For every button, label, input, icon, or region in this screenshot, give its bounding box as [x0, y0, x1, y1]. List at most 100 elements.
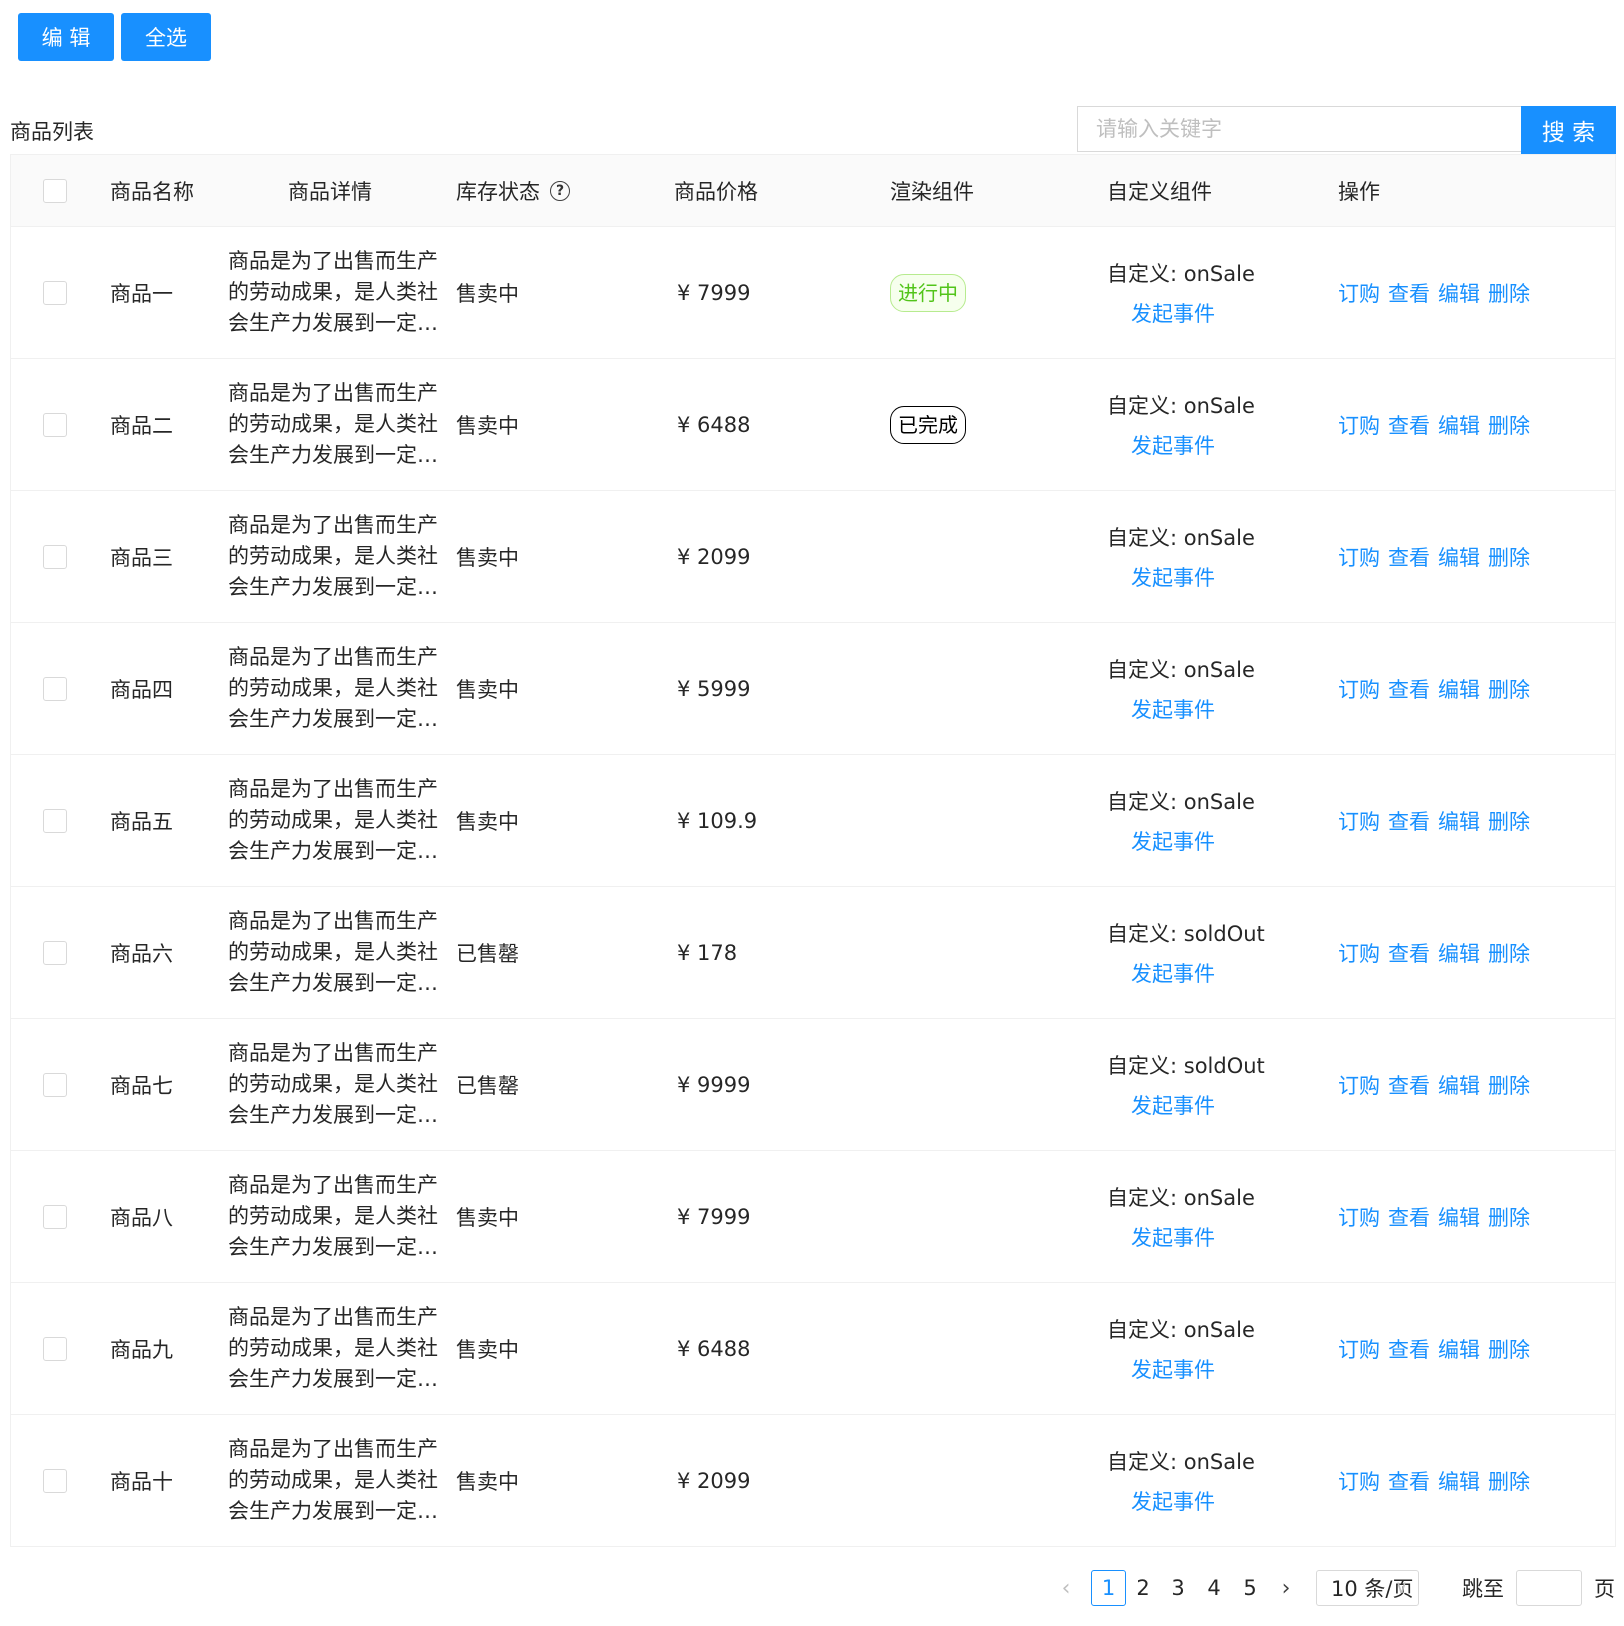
order-link[interactable]: 订购 — [1338, 1466, 1380, 1496]
row-actions: 订购 查看 编辑 删除 — [1338, 1019, 1538, 1150]
delete-link[interactable]: 删除 — [1488, 1070, 1530, 1100]
table-row: 商品二 商品是为了出售而生产的劳动成果，是人类社会生产力发展到一定历史阶段的产物… — [11, 359, 1615, 491]
row-actions: 订购 查看 编辑 删除 — [1338, 359, 1538, 490]
view-link[interactable]: 查看 — [1388, 674, 1430, 704]
stock-status: 售卖中 — [456, 677, 519, 702]
stock-status: 售卖中 — [456, 545, 519, 570]
row-checkbox[interactable] — [43, 1468, 67, 1493]
page-item-5[interactable]: 5 — [1239, 1570, 1261, 1606]
order-link[interactable]: 订购 — [1338, 674, 1380, 704]
view-link[interactable]: 查看 — [1388, 542, 1430, 572]
custom-component: 自定义: onSale 发起事件 — [1107, 1151, 1255, 1282]
order-link[interactable]: 订购 — [1338, 1202, 1380, 1232]
edit-link[interactable]: 编辑 — [1438, 542, 1480, 572]
header-ops: 操作 — [1338, 179, 1380, 204]
edit-link[interactable]: 编辑 — [1438, 410, 1480, 440]
row-checkbox[interactable] — [43, 280, 67, 305]
table-row: 商品七 商品是为了出售而生产的劳动成果，是人类社会生产力发展到一定历史阶段的产物… — [11, 1019, 1615, 1151]
chevron-right-icon[interactable]: › — [1274, 1570, 1298, 1606]
custom-component: 自定义: onSale 发起事件 — [1107, 1415, 1255, 1546]
view-link[interactable]: 查看 — [1388, 410, 1430, 440]
chevron-left-icon[interactable]: ‹ — [1054, 1570, 1078, 1606]
trigger-event-link[interactable]: 发起事件 — [1131, 298, 1215, 328]
row-checkbox[interactable] — [43, 1336, 67, 1361]
delete-link[interactable]: 删除 — [1488, 938, 1530, 968]
edit-link[interactable]: 编辑 — [1438, 1070, 1480, 1100]
page-item-3[interactable]: 3 — [1167, 1570, 1189, 1606]
delete-link[interactable]: 删除 — [1488, 1466, 1530, 1496]
trigger-event-link[interactable]: 发起事件 — [1131, 958, 1215, 988]
delete-link[interactable]: 删除 — [1488, 542, 1530, 572]
row-checkbox[interactable] — [43, 808, 67, 833]
select-all-button[interactable]: 全选 — [121, 13, 211, 61]
page-item-1[interactable]: 1 — [1091, 1570, 1126, 1606]
order-link[interactable]: 订购 — [1338, 410, 1380, 440]
custom-text: 自定义: onSale — [1107, 789, 1255, 814]
order-link[interactable]: 订购 — [1338, 1070, 1380, 1100]
trigger-event-link[interactable]: 发起事件 — [1131, 1354, 1215, 1384]
stock-status: 售卖中 — [456, 1337, 519, 1362]
trigger-event-link[interactable]: 发起事件 — [1131, 430, 1215, 460]
custom-text: 自定义: soldOut — [1107, 921, 1265, 946]
row-checkbox[interactable] — [43, 412, 67, 437]
order-link[interactable]: 订购 — [1338, 806, 1380, 836]
custom-component: 自定义: onSale 发起事件 — [1107, 227, 1255, 358]
select-all-checkbox[interactable] — [43, 178, 67, 203]
list-title: 商品列表 — [10, 120, 94, 144]
view-link[interactable]: 查看 — [1388, 1202, 1430, 1232]
delete-link[interactable]: 删除 — [1488, 806, 1530, 836]
edit-link[interactable]: 编辑 — [1438, 674, 1480, 704]
row-checkbox[interactable] — [43, 1072, 67, 1097]
row-checkbox[interactable] — [43, 676, 67, 701]
stock-status: 已售罄 — [456, 1073, 519, 1098]
order-link[interactable]: 订购 — [1338, 542, 1380, 572]
order-link[interactable]: 订购 — [1338, 278, 1380, 308]
page-item-2[interactable]: 2 — [1132, 1570, 1154, 1606]
trigger-event-link[interactable]: 发起事件 — [1131, 1486, 1215, 1516]
order-link[interactable]: 订购 — [1338, 1334, 1380, 1364]
custom-text: 自定义: onSale — [1107, 1449, 1255, 1474]
view-link[interactable]: 查看 — [1388, 1334, 1430, 1364]
trigger-event-link[interactable]: 发起事件 — [1131, 1222, 1215, 1252]
view-link[interactable]: 查看 — [1388, 806, 1430, 836]
product-name: 商品四 — [110, 677, 173, 702]
edit-link[interactable]: 编辑 — [1438, 278, 1480, 308]
view-link[interactable]: 查看 — [1388, 278, 1430, 308]
row-checkbox[interactable] — [43, 940, 67, 965]
page-item-4[interactable]: 4 — [1203, 1570, 1225, 1606]
product-price: ¥ 178 — [677, 940, 738, 965]
delete-link[interactable]: 删除 — [1488, 1202, 1530, 1232]
delete-link[interactable]: 删除 — [1488, 1334, 1530, 1364]
delete-link[interactable]: 删除 — [1488, 674, 1530, 704]
view-link[interactable]: 查看 — [1388, 1466, 1430, 1496]
edit-button[interactable]: 编 辑 — [18, 13, 114, 61]
product-name: 商品五 — [110, 809, 173, 834]
trigger-event-link[interactable]: 发起事件 — [1131, 826, 1215, 856]
edit-link[interactable]: 编辑 — [1438, 1466, 1480, 1496]
order-link[interactable]: 订购 — [1338, 938, 1380, 968]
custom-component: 自定义: onSale 发起事件 — [1107, 359, 1255, 490]
stock-status: 售卖中 — [456, 281, 519, 306]
stock-status: 已售罄 — [456, 941, 519, 966]
row-checkbox[interactable] — [43, 1204, 67, 1229]
product-name: 商品九 — [110, 1337, 173, 1362]
delete-link[interactable]: 删除 — [1488, 278, 1530, 308]
row-checkbox[interactable] — [43, 544, 67, 569]
jump-input[interactable] — [1516, 1570, 1582, 1606]
edit-link[interactable]: 编辑 — [1438, 1202, 1480, 1232]
trigger-event-link[interactable]: 发起事件 — [1131, 562, 1215, 592]
question-circle-icon[interactable]: ? — [550, 180, 570, 201]
trigger-event-link[interactable]: 发起事件 — [1131, 694, 1215, 724]
page-size-select[interactable]: 10 条/页 ∨ — [1316, 1570, 1419, 1606]
view-link[interactable]: 查看 — [1388, 938, 1430, 968]
search-input[interactable] — [1077, 106, 1522, 152]
search-button[interactable]: 搜 索 — [1521, 106, 1616, 154]
stock-status: 售卖中 — [456, 1205, 519, 1230]
view-link[interactable]: 查看 — [1388, 1070, 1430, 1100]
delete-link[interactable]: 删除 — [1488, 410, 1530, 440]
header-custom: 自定义组件 — [1107, 179, 1212, 204]
edit-link[interactable]: 编辑 — [1438, 806, 1480, 836]
edit-link[interactable]: 编辑 — [1438, 938, 1480, 968]
edit-link[interactable]: 编辑 — [1438, 1334, 1480, 1364]
trigger-event-link[interactable]: 发起事件 — [1131, 1090, 1215, 1120]
